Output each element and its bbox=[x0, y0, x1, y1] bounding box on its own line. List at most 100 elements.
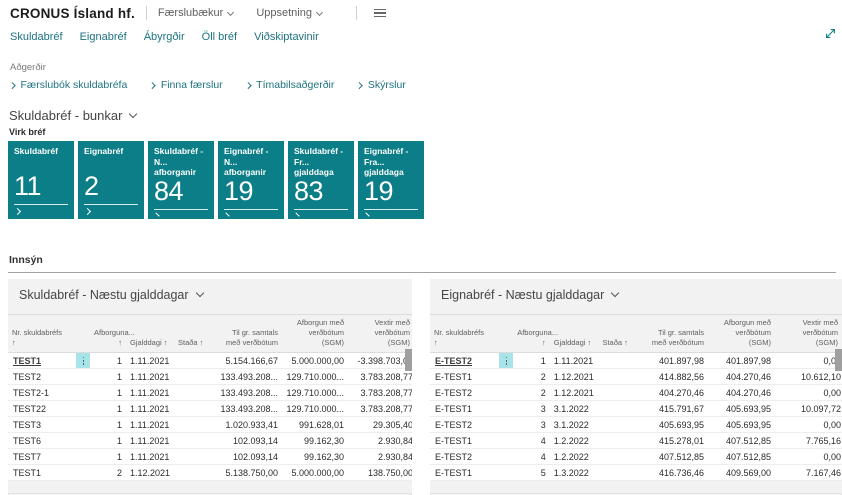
column-header[interactable]: Vextir meðverðbótum(SGM) bbox=[348, 315, 412, 353]
action-skyrslur[interactable]: Skýrslur bbox=[357, 79, 405, 91]
column-header[interactable]: Vextir meðverðbótum(SGM) bbox=[775, 315, 842, 353]
document-no-link[interactable]: E-TEST2 bbox=[435, 356, 472, 366]
document-no-link[interactable]: E-TEST1 bbox=[435, 372, 472, 382]
vertical-scrollbar-thumb[interactable] bbox=[405, 349, 412, 371]
document-no-link[interactable]: TEST1 bbox=[13, 468, 41, 478]
action-finna-ferslur[interactable]: Finna færslur bbox=[150, 79, 222, 91]
column-header[interactable]: Afborguna...↑ bbox=[513, 315, 550, 353]
column-header[interactable]: Staða ↑ bbox=[598, 315, 630, 353]
table-row[interactable]: TEST611.11.2021102.093,1499.162,302.930,… bbox=[8, 433, 412, 449]
divider bbox=[294, 209, 348, 210]
cell: 1.11.2021 bbox=[126, 449, 174, 465]
document-no-link[interactable]: E-TEST1 bbox=[435, 404, 472, 414]
table-row[interactable]: E-TEST221.12.2021404.270,46404.270,460,0… bbox=[430, 385, 842, 401]
table-row[interactable]: E-TEST141.2.2022415.278,01407.512,857.76… bbox=[430, 433, 842, 449]
document-no-link[interactable]: TEST6 bbox=[13, 436, 41, 446]
cues-heading[interactable]: Skuldabréf - bunkar bbox=[9, 108, 842, 123]
column-header[interactable]: Til gr. samtalsmeð verðbótum bbox=[206, 315, 282, 353]
cell: 2.930,84 bbox=[348, 433, 412, 449]
table-row[interactable]: TEST211.11.2021133.493.208...129.710.000… bbox=[8, 369, 412, 385]
card-eignabref-naestu-gjalddagar: Eignabréf - Næstu gjalddagar Nr. skuldab… bbox=[430, 279, 842, 495]
document-no-link[interactable]: TEST2-1 bbox=[13, 388, 49, 398]
menu-ferslubaekur[interactable]: Færslubækur bbox=[158, 7, 233, 19]
row-context-menu-button[interactable] bbox=[76, 353, 90, 368]
cue-value: 19 bbox=[364, 178, 418, 205]
menu-uppsetning[interactable]: Uppsetning bbox=[256, 7, 322, 19]
document-no-link[interactable]: E-TEST2 bbox=[435, 452, 472, 462]
cell-row-menu bbox=[72, 353, 90, 369]
cue-tile-eignabref-naestu-afborganir[interactable]: Eignabréf - N...afborganir 19 bbox=[218, 141, 284, 219]
document-no-link[interactable]: E-TEST2 bbox=[435, 388, 472, 398]
tab-abyrgdir[interactable]: Ábyrgðir bbox=[144, 31, 185, 43]
tab-oll-bref[interactable]: Öll bréf bbox=[202, 31, 237, 43]
cell: 405.693,95 bbox=[631, 417, 708, 433]
cell-document-no: E-TEST1 bbox=[430, 401, 495, 417]
action-ferslubok-skuldabrefa[interactable]: Færslubók skuldabréfa bbox=[10, 79, 127, 91]
document-no-link[interactable]: TEST22 bbox=[13, 404, 46, 414]
cue-tiles: Skuldabréf 11 Eignabréf 2 Skuldabréf - N… bbox=[0, 141, 842, 219]
cell: 415.791,67 bbox=[631, 401, 708, 417]
document-no-link[interactable]: E-TEST1 bbox=[435, 468, 472, 478]
column-header[interactable]: Afborgun meðverðbótum(SGM) bbox=[708, 315, 775, 353]
column-header[interactable]: Afborguna...↑ bbox=[90, 315, 126, 353]
cue-tile-skuldabref[interactable]: Skuldabréf 11 bbox=[8, 141, 74, 219]
cell: 138.750,00 bbox=[348, 465, 412, 481]
column-header[interactable]: Nr. skuldabréfs↑ bbox=[430, 315, 513, 353]
table-row[interactable]: E-TEST241.2.2022407.512,85407.512,850,00 bbox=[430, 449, 842, 465]
document-no-link[interactable]: E-TEST1 bbox=[435, 436, 472, 446]
tab-eignabref[interactable]: Eignabréf bbox=[80, 31, 127, 43]
table-row[interactable]: E-TEST133.1.2022415.791,67405.693,9510.0… bbox=[430, 401, 842, 417]
document-no-link[interactable]: TEST7 bbox=[13, 452, 41, 462]
document-no-link[interactable]: TEST3 bbox=[13, 420, 41, 430]
table-row[interactable]: E-TEST121.12.2021414.882,56404.270,4610.… bbox=[430, 369, 842, 385]
row-context-menu-button[interactable] bbox=[499, 353, 513, 368]
document-no-link[interactable]: TEST2 bbox=[13, 372, 41, 382]
table-row[interactable]: TEST711.11.2021102.093,1499.162,302.930,… bbox=[8, 449, 412, 465]
cell-document-no: E-TEST1 bbox=[430, 369, 495, 385]
expand-icon[interactable] bbox=[825, 26, 836, 44]
cue-tile-eignabref[interactable]: Eignabréf 2 bbox=[78, 141, 144, 219]
chevron-down-icon bbox=[611, 289, 619, 297]
cell: 405.693,95 bbox=[708, 417, 775, 433]
divider bbox=[154, 209, 208, 210]
vertical-scrollbar-thumb[interactable] bbox=[835, 349, 842, 371]
document-no-link[interactable]: E-TEST2 bbox=[435, 420, 472, 430]
tab-vidskiptavinir[interactable]: Viðskiptavinir bbox=[254, 31, 319, 43]
cell: 991.628,01 bbox=[282, 417, 348, 433]
top-menu: Færslubækur Uppsetning bbox=[158, 7, 345, 19]
action-timabilsadgerdir[interactable]: Tímabilsaðgerðir bbox=[246, 79, 335, 91]
table-row[interactable]: E-TEST233.1.2022405.693,95405.693,950,00 bbox=[430, 417, 842, 433]
column-header[interactable]: Staða ↑ bbox=[174, 315, 206, 353]
cue-value: 2 bbox=[84, 173, 138, 200]
cell: 1.12.2021 bbox=[550, 385, 599, 401]
table-row[interactable]: E-TEST211.11.2021401.897,98401.897,980,0… bbox=[430, 353, 842, 369]
column-header[interactable]: Nr. skuldabréfs↑ bbox=[8, 315, 90, 353]
insight-cards: Skuldabréf - Næstu gjalddagar Nr. skulda… bbox=[0, 279, 842, 495]
table-row[interactable]: TEST121.12.20215.138.750,005.000.000,001… bbox=[8, 465, 412, 481]
column-header[interactable]: Til gr. samtalsmeð verðbótum bbox=[631, 315, 708, 353]
table-row[interactable]: TEST311.11.20211.020.933,41991.628,0129.… bbox=[8, 417, 412, 433]
document-no-link[interactable]: TEST1 bbox=[13, 356, 41, 366]
hamburger-menu-icon[interactable] bbox=[374, 9, 386, 18]
table-row[interactable]: TEST111.11.20215.154.166,675.000.000,00-… bbox=[8, 353, 412, 369]
cell: 99.162,30 bbox=[282, 449, 348, 465]
cell-document-no: TEST6 bbox=[8, 433, 72, 449]
chevron-right-icon bbox=[295, 212, 299, 216]
cue-tile-skuldabref-naestu-afborganir[interactable]: Skuldabréf - N...afborganir 84 bbox=[148, 141, 214, 219]
cell: 5.000.000,00 bbox=[282, 465, 348, 481]
column-header[interactable]: Afborgun meðverðbótum(SGM) bbox=[282, 315, 348, 353]
cell-document-no: E-TEST1 bbox=[430, 433, 495, 449]
cell: 7.167,46 bbox=[775, 465, 842, 481]
cue-tile-skuldabref-framhja-gjalddaga[interactable]: Skuldabréf - Fr...gjalddaga 83 bbox=[288, 141, 354, 219]
cue-tile-eignabref-framhja-gjalddaga[interactable]: Eignabréf - Fra...gjalddaga 19 bbox=[358, 141, 424, 219]
table-row[interactable]: E-TEST151.3.2022416.736,46409.569,007.16… bbox=[430, 465, 842, 481]
cell: 0,00 bbox=[775, 353, 842, 369]
tab-skuldabref[interactable]: Skuldabréf bbox=[10, 31, 63, 43]
company-name[interactable]: CRONUS Ísland hf. bbox=[10, 6, 135, 21]
table-row[interactable]: TEST2-111.11.2021133.493.208...129.710.0… bbox=[8, 385, 412, 401]
card-heading[interactable]: Eignabréf - Næstu gjalddagar bbox=[430, 279, 842, 302]
table-row[interactable]: TEST2211.11.2021133.493.208...129.710.00… bbox=[8, 401, 412, 417]
card-heading[interactable]: Skuldabréf - Næstu gjalddagar bbox=[8, 279, 412, 302]
cell-row-menu bbox=[495, 353, 513, 369]
chevron-right-icon bbox=[84, 208, 91, 215]
